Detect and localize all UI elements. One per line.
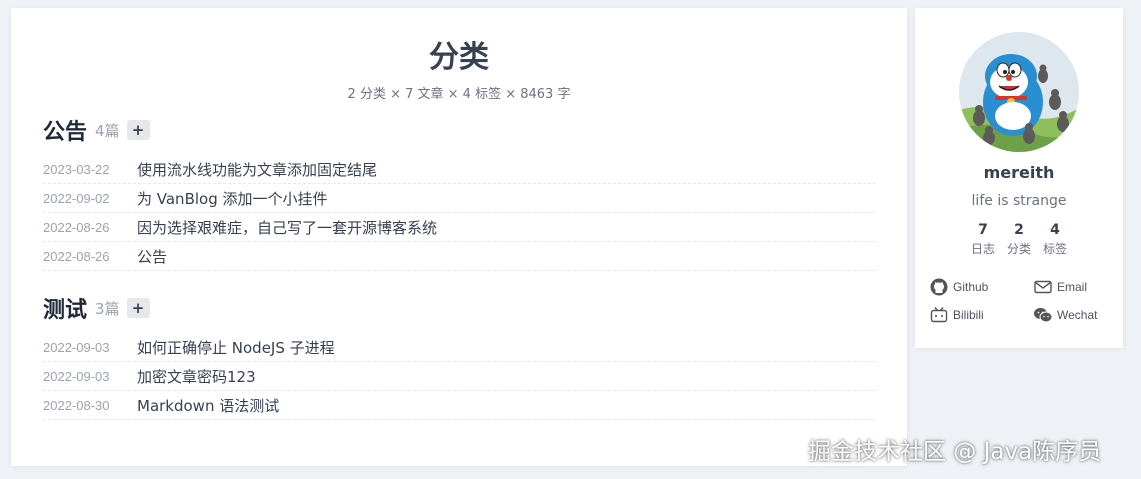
post-row[interactable]: 2023-03-22 使用流水线功能为文章添加固定结尾 xyxy=(43,155,876,184)
post-row[interactable]: 2022-08-26 公告 xyxy=(43,242,876,271)
category-count: 3篇 xyxy=(95,299,120,318)
stat-label: 日志 xyxy=(970,242,995,256)
post-date: 2022-09-02 xyxy=(43,190,110,206)
github-icon xyxy=(930,278,948,296)
bilibili-icon xyxy=(930,307,948,323)
link-label: Wechat xyxy=(1057,308,1098,322)
stat-categories[interactable]: 2 分类 xyxy=(1005,222,1033,260)
wechat-icon xyxy=(1034,308,1053,323)
stat-label: 标签 xyxy=(1042,242,1067,256)
page-stats: 2 分类 × 7 文章 × 4 标签 × 8463 字 xyxy=(347,87,571,102)
stat-posts[interactable]: 7 日志 xyxy=(969,222,997,260)
category-toggle-button[interactable]: + xyxy=(126,120,150,140)
post-row[interactable]: 2022-09-03 如何正确停止 NodeJS 子进程 xyxy=(43,333,876,362)
post-title-link[interactable]: 因为选择艰难症，自己写了一套开源博客系统 xyxy=(137,217,437,238)
bilibili-link[interactable]: Bilibili xyxy=(929,306,1033,324)
avatar[interactable] xyxy=(959,32,1079,152)
post-title-link[interactable]: 加密文章密码123 xyxy=(137,366,256,387)
post-date: 2023-03-22 xyxy=(43,161,110,177)
stat-tags[interactable]: 4 标签 xyxy=(1041,222,1069,260)
email-icon xyxy=(1034,280,1052,294)
stat-value: 4 xyxy=(1050,222,1060,238)
post-title-link[interactable]: 公告 xyxy=(137,246,167,267)
category-section: 测试 3篇 + 2022-09-03 如何正确停止 NodeJS 子进程 202… xyxy=(43,293,876,420)
post-title-link[interactable]: 使用流水线功能为文章添加固定结尾 xyxy=(137,159,377,180)
post-title-link[interactable]: 为 VanBlog 添加一个小挂件 xyxy=(137,188,328,209)
avatar-image xyxy=(959,32,1079,152)
post-row[interactable]: 2022-08-26 因为选择艰难症，自己写了一套开源博客系统 xyxy=(43,213,876,242)
post-date: 2022-09-03 xyxy=(43,339,110,355)
page-title: 分类 xyxy=(429,40,489,75)
stat-label: 分类 xyxy=(1006,242,1031,256)
category-name[interactable]: 公告 xyxy=(43,114,87,146)
link-label: Bilibili xyxy=(953,308,984,322)
category-toggle-button[interactable]: + xyxy=(126,298,150,318)
watermark: 掘金技术社区 @ Java陈序员 xyxy=(808,439,1102,465)
link-label: Email xyxy=(1057,280,1088,294)
post-list: 2022-09-03 如何正确停止 NodeJS 子进程 2022-09-03 … xyxy=(43,333,876,420)
post-title-link[interactable]: 如何正确停止 NodeJS 子进程 xyxy=(137,337,335,358)
post-row[interactable]: 2022-09-03 加密文章密码123 xyxy=(43,362,876,391)
post-date: 2022-09-03 xyxy=(43,368,110,384)
post-date: 2022-08-26 xyxy=(43,219,110,235)
category-page-card: 分类 2 分类 × 7 文章 × 4 标签 × 8463 字 公告 4篇 + 2… xyxy=(11,8,907,466)
post-date: 2022-08-30 xyxy=(43,397,110,413)
category-header: 公告 4篇 + xyxy=(43,115,876,145)
post-title-link[interactable]: Markdown 语法测试 xyxy=(137,395,279,416)
post-date: 2022-08-26 xyxy=(43,248,110,264)
email-link[interactable]: Email xyxy=(1033,278,1119,296)
author-stats: 7 日志 2 分类 4 标签 xyxy=(915,222,1123,260)
category-name[interactable]: 测试 xyxy=(43,292,87,324)
stat-value: 7 xyxy=(978,222,988,238)
category-section: 公告 4篇 + 2023-03-22 使用流水线功能为文章添加固定结尾 2022… xyxy=(43,115,876,271)
author-motto: life is strange xyxy=(971,193,1067,209)
category-header: 测试 3篇 + xyxy=(43,293,876,323)
post-row[interactable]: 2022-09-02 为 VanBlog 添加一个小挂件 xyxy=(43,184,876,213)
category-count: 4篇 xyxy=(95,121,120,140)
author-name: mereith xyxy=(983,163,1055,182)
post-row[interactable]: 2022-08-30 Markdown 语法测试 xyxy=(43,391,876,420)
github-link[interactable]: Github xyxy=(929,278,1033,296)
author-card: mereith life is strange 7 日志 2 分类 4 标签 G… xyxy=(915,8,1123,348)
social-links: Github Email Bilibili Wechat xyxy=(929,278,1119,324)
stat-value: 2 xyxy=(1014,222,1024,238)
wechat-link[interactable]: Wechat xyxy=(1033,306,1119,324)
post-list: 2023-03-22 使用流水线功能为文章添加固定结尾 2022-09-02 为… xyxy=(43,155,876,271)
link-label: Github xyxy=(953,280,989,294)
